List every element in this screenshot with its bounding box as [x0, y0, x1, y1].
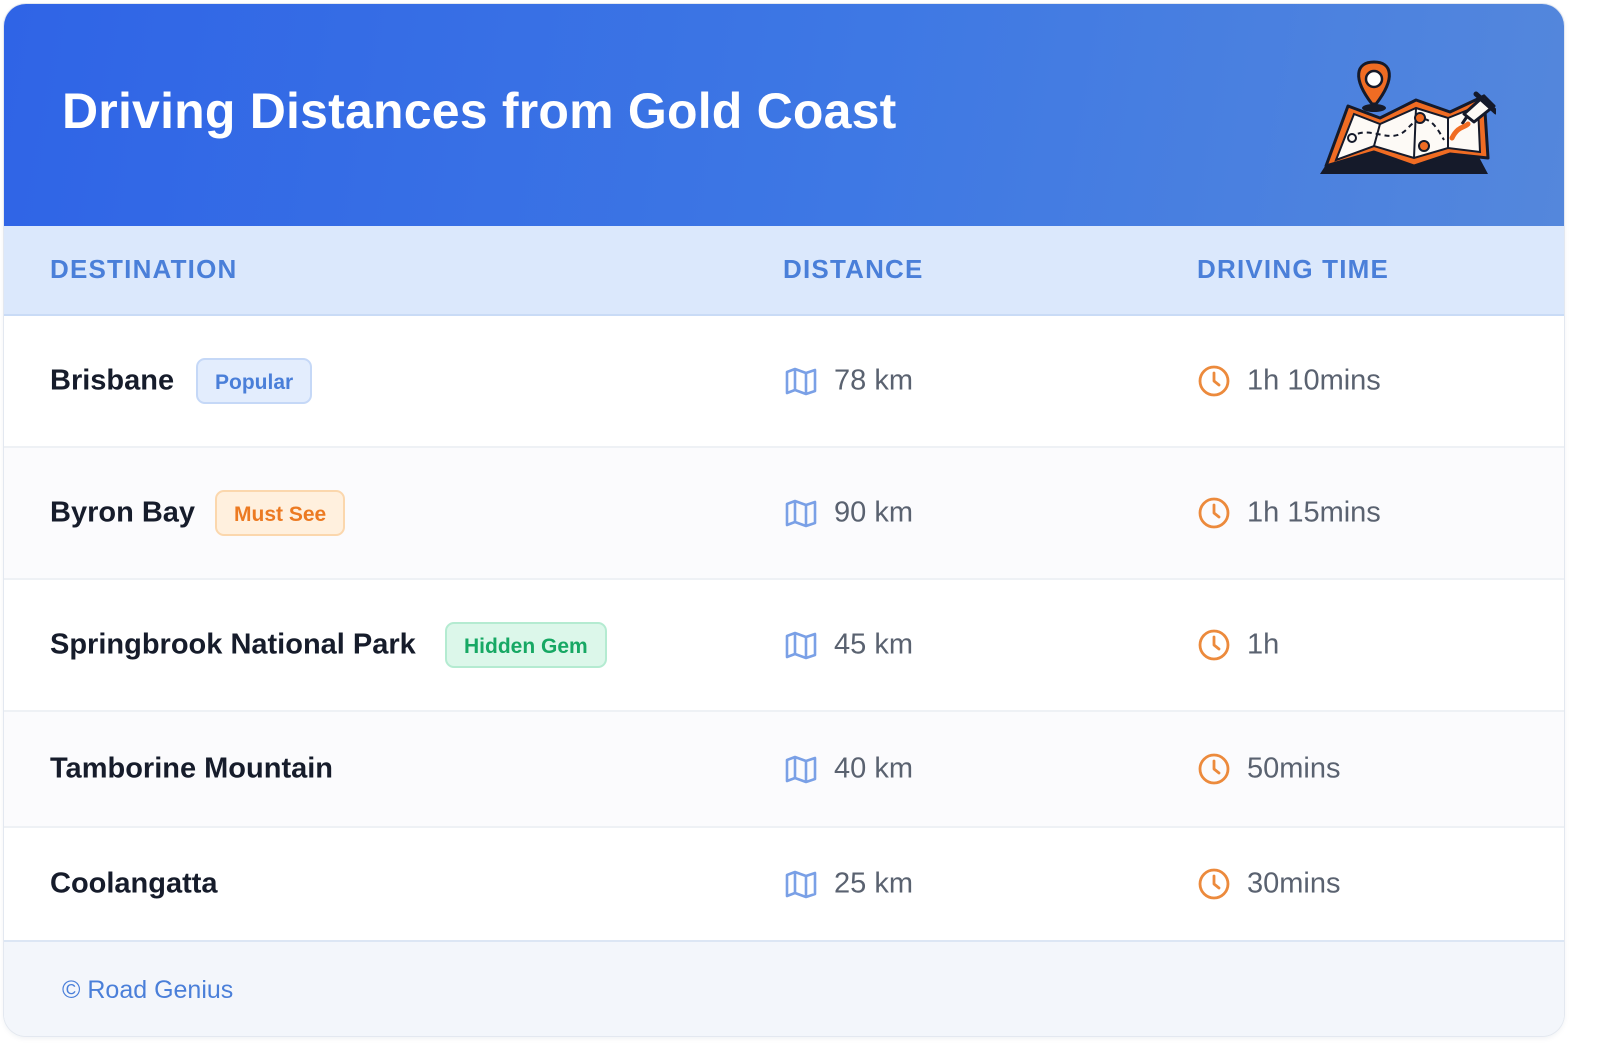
map-icon — [785, 367, 817, 396]
driving-time-value: 1h 15mins — [1247, 496, 1381, 529]
driving-time-value: 1h — [1247, 628, 1280, 661]
map-icon — [785, 499, 817, 528]
table-row: Coolangatta 25 km 30mins — [4, 828, 1564, 940]
destination-name: Byron Bay — [50, 496, 196, 529]
clock-icon — [1198, 753, 1230, 785]
column-header-driving-time: DRIVING TIME — [1197, 254, 1390, 284]
clock-icon — [1198, 497, 1230, 529]
footer-credit: © Road Genius — [62, 976, 234, 1004]
table-row: Tamborine Mountain 40 km 50mins — [4, 712, 1564, 828]
table-row: Byron Bay Must See 90 km 1h 15mins — [4, 448, 1564, 580]
page-title: Driving Distances from Gold Coast — [62, 83, 897, 139]
column-header-destination: DESTINATION — [50, 254, 238, 284]
must-see-badge: Must See — [215, 490, 346, 536]
distance-value: 25 km — [834, 867, 913, 900]
driving-time-value: 50mins — [1247, 752, 1341, 785]
map-icon — [785, 755, 817, 784]
map-icon — [785, 631, 817, 660]
clock-icon — [1198, 868, 1230, 900]
card-header: Driving Distances from Gold Coast — [4, 4, 1564, 226]
map-icon — [785, 870, 817, 899]
driving-time-value: 1h 10mins — [1247, 364, 1381, 397]
map-pin-illustration-icon — [1320, 60, 1496, 174]
clock-icon — [1198, 629, 1230, 661]
popular-badge: Popular — [196, 358, 313, 404]
destination-name: Tamborine Mountain — [50, 752, 334, 785]
distance-value: 90 km — [834, 496, 913, 529]
table-header: DESTINATION DISTANCE DRIVING TIME — [4, 226, 1564, 316]
distance-value: 78 km — [834, 364, 913, 397]
destination-name: Coolangatta — [50, 867, 218, 900]
distance-value: 45 km — [834, 628, 913, 661]
driving-time-value: 30mins — [1247, 867, 1341, 900]
card-footer: © Road Genius — [4, 940, 1564, 1036]
column-header-distance: DISTANCE — [783, 254, 924, 284]
distance-value: 40 km — [834, 752, 913, 785]
hidden-gem-badge: Hidden Gem — [445, 622, 607, 668]
table-row: Brisbane Popular 78 km 1h 10mins — [4, 316, 1564, 448]
destination-name: Springbrook National Park — [50, 628, 416, 661]
destination-name: Brisbane — [50, 364, 175, 397]
distance-card: Driving Distances from Gold Coast DESTIN… — [4, 4, 1564, 1036]
clock-icon — [1198, 365, 1230, 397]
table-row: Springbrook National Park Hidden Gem 45 … — [4, 580, 1564, 712]
